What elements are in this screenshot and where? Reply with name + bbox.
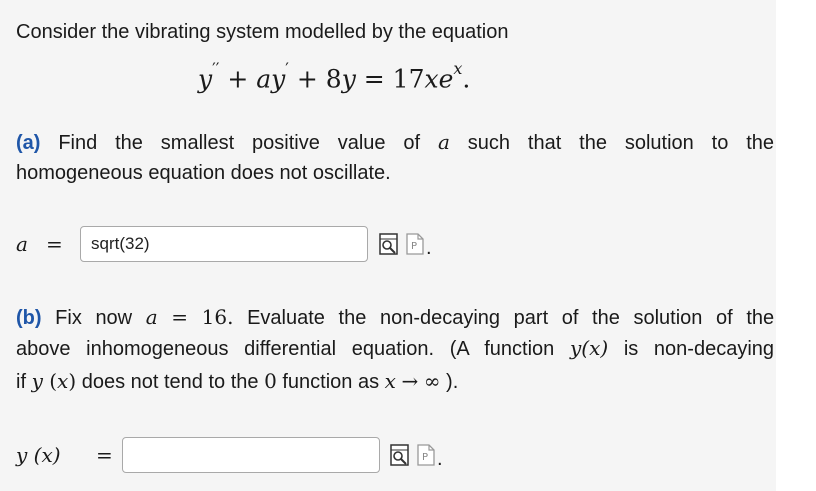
word: Evaluate — [247, 307, 325, 329]
word: of — [716, 307, 733, 329]
word: the — [746, 307, 775, 329]
math-y-of-x: y(x) — [569, 336, 609, 360]
differential-equation: y′′ + ay′ + 8y = 17xex. — [198, 58, 470, 94]
word: positive — [252, 132, 320, 154]
eq-x: x — [424, 64, 439, 94]
answer-a-input[interactable] — [80, 226, 368, 262]
word: part — [513, 307, 549, 329]
word: the — [592, 307, 620, 329]
word: the — [579, 132, 607, 154]
word: function as — [276, 371, 385, 393]
word: (A — [449, 338, 469, 360]
word: such — [467, 132, 511, 154]
part-a-line1: (a) Find the smallest positive value of … — [16, 130, 774, 155]
eq-exponent: x — [453, 59, 463, 78]
eq-plus: + — [296, 64, 318, 94]
after-buttons-period: . — [437, 448, 443, 470]
eq-coef: 8 — [325, 64, 342, 94]
eq-plus: + — [227, 64, 249, 94]
math-x: x — [384, 369, 396, 393]
eq-period: . — [462, 64, 471, 94]
word: non-decaying — [653, 338, 775, 360]
answer-b-input[interactable] — [122, 437, 380, 473]
word: smallest — [160, 132, 235, 154]
intro-text: Consider the vibrating system modelled b… — [16, 21, 509, 43]
word: value — [337, 132, 386, 154]
math-equals: = — [171, 305, 189, 329]
help-icon[interactable]: P — [415, 444, 437, 466]
eq-double-prime: ′′ — [212, 59, 220, 78]
answer-b-lhs: y (x) — [16, 443, 61, 467]
word: does not tend to the — [76, 371, 265, 393]
word: of — [561, 307, 579, 329]
eq-y: y — [271, 64, 286, 94]
answer-b-equals: = — [96, 443, 113, 467]
part-b-line3: if y (x) does not tend to the 0 function… — [16, 369, 459, 393]
math-zero: 0 — [264, 369, 277, 393]
math-arrow: → — [401, 369, 419, 393]
word: function — [484, 338, 555, 360]
word: that — [527, 132, 562, 154]
eq-y: y — [198, 64, 213, 94]
math-y: y — [31, 369, 43, 393]
preview-icon[interactable] — [378, 233, 400, 255]
part-a-line2: homogeneous equation does not oscillate. — [16, 162, 391, 184]
part-b-line2: above inhomogeneous differential equatio… — [16, 336, 774, 361]
eq-a: a — [256, 64, 272, 94]
word: above — [16, 338, 71, 360]
word: solution — [624, 132, 694, 154]
word: Fix — [55, 307, 82, 329]
eq-equals: = — [363, 64, 385, 94]
part-b-label: (b) — [16, 307, 42, 329]
word: non-decaying — [379, 307, 501, 329]
answer-a-variable: a — [16, 232, 28, 256]
word: inhomogeneous — [86, 338, 229, 360]
word: now — [95, 307, 133, 329]
answer-a-equals: = — [46, 232, 63, 256]
word: to — [711, 132, 729, 154]
word: equation. — [351, 338, 435, 360]
preview-icon[interactable] — [389, 444, 411, 466]
word: differential — [244, 338, 337, 360]
part-a-label: (a) — [16, 132, 41, 154]
help-icon[interactable]: P — [404, 233, 426, 255]
word: Find — [58, 132, 98, 154]
word: the — [746, 132, 775, 154]
svg-text:P: P — [411, 241, 417, 252]
word: solution — [633, 307, 703, 329]
eq-y: y — [341, 64, 356, 94]
eq-e: e — [438, 64, 454, 94]
svg-text:P: P — [422, 452, 428, 463]
math-16: 16. — [201, 305, 234, 329]
math-x: x — [57, 369, 69, 393]
word: the — [338, 307, 367, 329]
math-a: a — [145, 305, 158, 329]
word: the — [115, 132, 143, 154]
after-buttons-period: . — [426, 237, 432, 259]
word: is — [623, 338, 639, 360]
math-a: a — [437, 130, 450, 154]
eq-coef: 17 — [392, 64, 425, 94]
word: of — [403, 132, 421, 154]
word: if — [16, 371, 32, 393]
math-infinity: ∞ — [423, 369, 441, 393]
eq-prime: ′ — [285, 59, 289, 78]
word: ). — [440, 371, 459, 393]
part-b-line1: (b) Fix now a = 16. Evaluate the non-dec… — [16, 305, 774, 330]
